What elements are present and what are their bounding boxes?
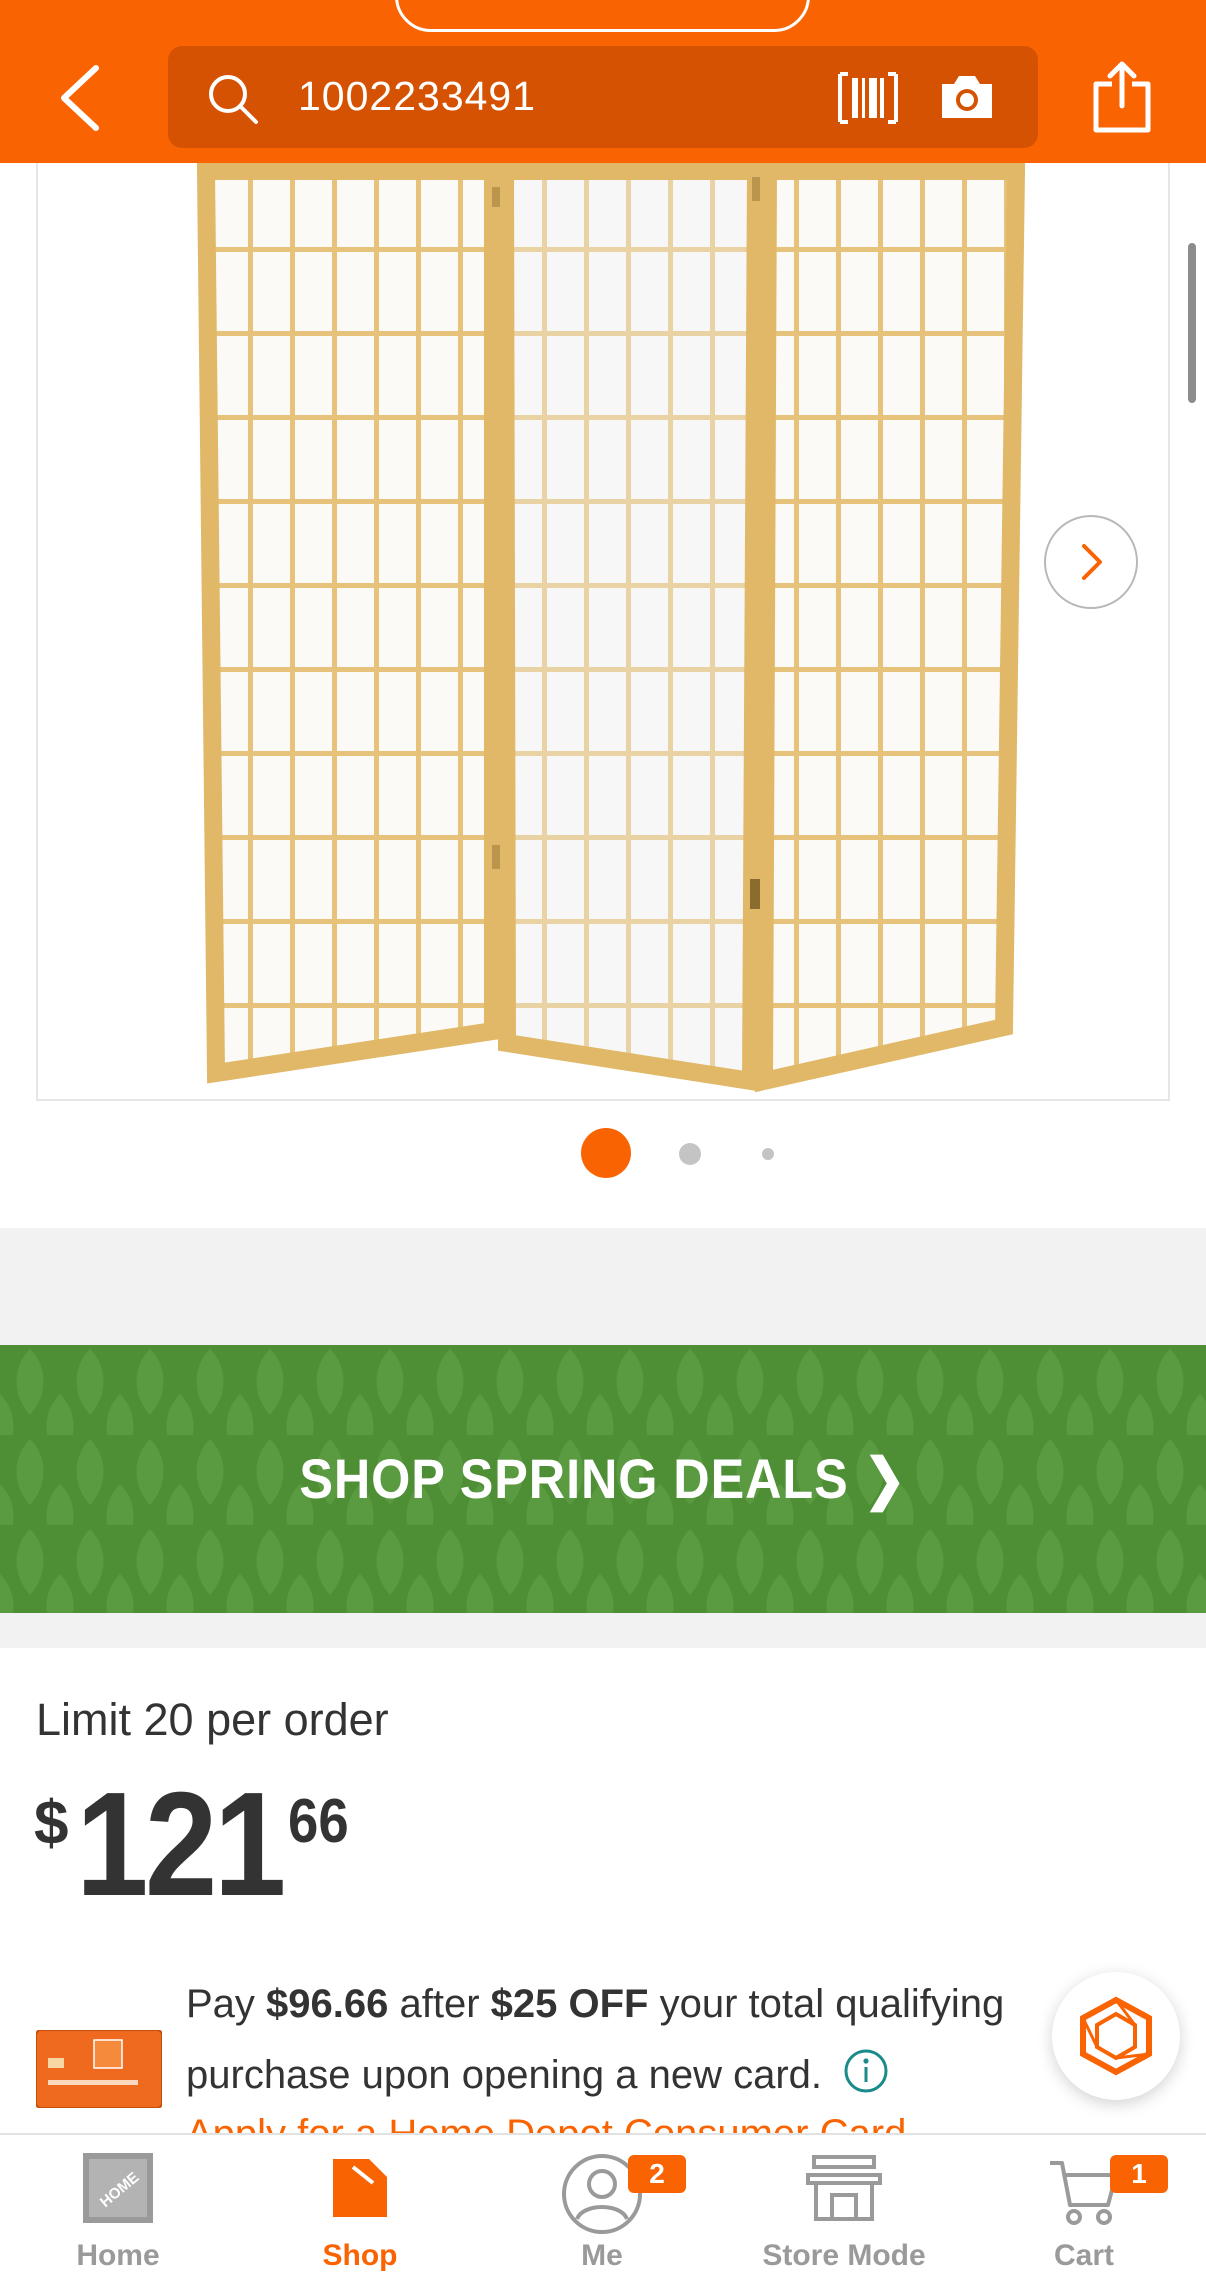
cart-count-badge: 1 — [1110, 2155, 1168, 2193]
bottom-tab-bar: HOME Home Shop 2 Me Store Mode 1 Cart — [0, 2133, 1206, 2280]
tab-me[interactable]: 2 Me — [502, 2135, 702, 2280]
order-limit-text: Limit 20 per order — [36, 1694, 389, 1745]
search-input[interactable]: 1002233491 — [298, 73, 536, 120]
tab-label: Home — [76, 2239, 160, 2272]
apply-card-link[interactable]: Apply for a Home Depot Consumer Card — [186, 2112, 906, 2134]
camera-icon[interactable] — [938, 72, 996, 122]
app-header: 1002233491 — [0, 0, 1206, 163]
tab-home[interactable]: HOME Home — [18, 2135, 218, 2280]
store-selector-pill[interactable] — [395, 0, 810, 32]
promo-text-line2: purchase upon opening a new card. — [186, 2048, 889, 2098]
barcode-scan-icon[interactable] — [836, 70, 900, 126]
apply-link-clip: Apply for a Home Depot Consumer Card — [0, 2112, 1206, 2134]
tab-label: Cart — [1053, 2239, 1114, 2272]
notification-badge: 2 — [628, 2155, 686, 2193]
gallery-pagination — [0, 1128, 1206, 1178]
pagination-dot[interactable] — [762, 1148, 774, 1160]
tab-label: Me — [581, 2239, 623, 2272]
chat-assistant-button[interactable] — [1052, 1972, 1180, 2100]
product-gallery[interactable] — [0, 163, 1206, 1228]
next-image-button[interactable] — [1044, 515, 1138, 609]
chevron-right-icon — [1082, 544, 1102, 580]
price-cents: 66 — [288, 1787, 349, 1856]
tab-label: Shop — [322, 2239, 398, 2272]
section-divider — [0, 1228, 1206, 1345]
price-dollars: 121 — [76, 1762, 286, 1927]
store-icon — [806, 2155, 882, 2221]
pagination-dot[interactable] — [679, 1143, 701, 1165]
back-arrow-icon — [61, 65, 99, 131]
tab-shop[interactable]: Shop — [260, 2135, 460, 2280]
shop-tag-icon — [333, 2159, 387, 2217]
section-divider — [0, 1613, 1206, 1648]
banner-label: SHOP SPRING DEALS ❯ — [299, 1447, 907, 1510]
share-icon[interactable] — [1090, 60, 1154, 134]
tab-store-mode[interactable]: Store Mode — [744, 2135, 944, 2280]
search-bar[interactable]: 1002233491 — [168, 46, 1038, 148]
tab-label: Store Mode — [762, 2239, 926, 2272]
shoji-screen-image[interactable] — [38, 163, 1172, 1099]
promo-text: Pay $96.66 after $25 OFF your total qual… — [186, 1982, 1005, 2026]
info-icon[interactable] — [843, 2048, 889, 2094]
hexagon-logo-icon — [1080, 1996, 1152, 2076]
pagination-dot-active[interactable] — [581, 1128, 631, 1178]
home-depot-logo-icon: HOME — [83, 2153, 153, 2223]
search-icon — [209, 75, 258, 124]
scrollbar[interactable] — [1188, 243, 1196, 403]
tab-cart[interactable]: 1 Cart — [984, 2135, 1184, 2280]
credit-card-icon — [36, 2030, 162, 2108]
spring-deals-banner[interactable]: SHOP SPRING DEALS ❯ — [0, 1345, 1206, 1613]
back-button[interactable] — [50, 58, 110, 138]
product-image-frame — [36, 163, 1170, 1101]
price-currency: $ — [34, 1789, 69, 1858]
